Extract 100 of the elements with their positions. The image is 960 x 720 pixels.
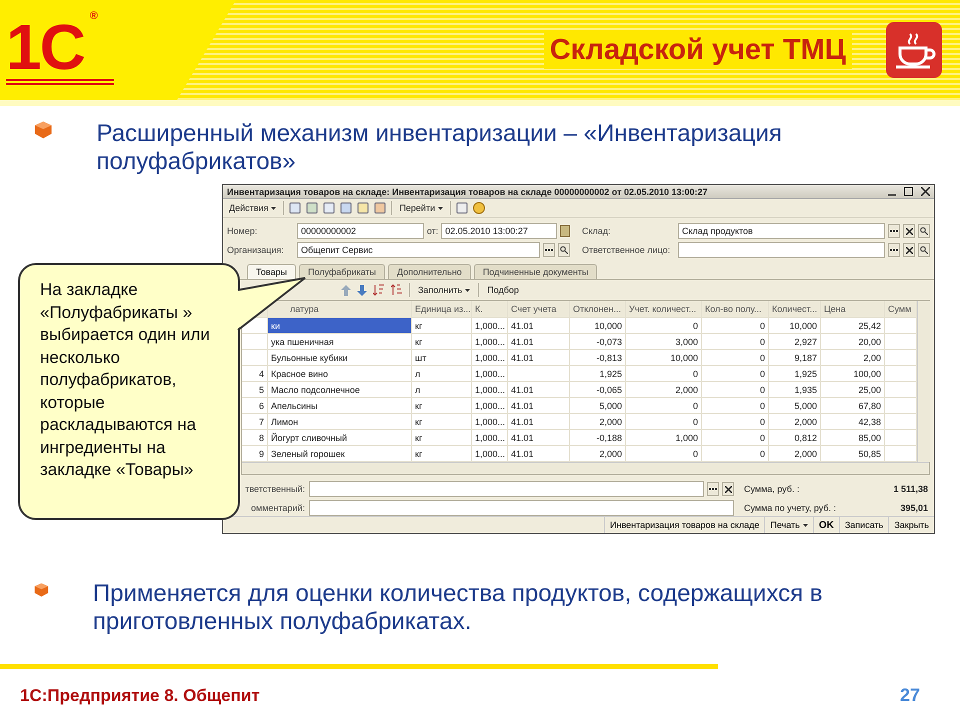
table-cell: -0,073 — [570, 334, 626, 349]
field-label: Организация: — [227, 245, 285, 255]
table-cell: 2,000 — [769, 446, 821, 461]
table-cell: 1,925 — [570, 366, 626, 381]
table-cell: 0 — [702, 446, 769, 461]
row-number: 9 — [242, 446, 268, 461]
tab[interactable]: Подчиненные документы — [474, 264, 598, 279]
page-number: 27 — [900, 685, 920, 706]
row-number: 4 — [242, 366, 268, 381]
table-cell: 10,000 — [570, 318, 626, 333]
table-cell: 1,000... — [472, 318, 508, 333]
table-cell: кг — [412, 446, 472, 461]
document-link[interactable]: Инвентаризация товаров на складе — [604, 517, 764, 533]
organization-field[interactable]: Общепит Сервис — [297, 242, 540, 258]
ok-button[interactable]: OK — [812, 517, 839, 533]
window-title: Инвентаризация товаров на складе: Инвентаризация товаров на складе 00000000002 от 02.05.2010 13:00:27 — [227, 186, 708, 197]
column-header[interactable]: Цена — [821, 301, 885, 317]
table-cell: 0 — [702, 430, 769, 445]
table-cell: 41.01 — [508, 334, 570, 349]
table-cell: 0,812 — [769, 430, 821, 445]
warehouse-field[interactable]: Склад продуктов — [678, 223, 885, 239]
bullet-text: Применяется для оценки количества продуктов, содержащихся в приготовленных полуфабрикатах. — [92, 580, 824, 636]
field-label: от: — [426, 226, 438, 236]
table-cell: 67,80 — [821, 398, 885, 413]
table-cell: 41.01 — [508, 430, 570, 445]
total-value: 1 511,38 — [893, 484, 928, 494]
column-header[interactable]: Счет учета — [508, 301, 570, 317]
number-field[interactable]: 00000000002 — [297, 223, 424, 239]
column-header[interactable]: Учет. количест... — [626, 301, 702, 317]
row-number: 5 — [242, 382, 268, 397]
table-cell: 2,927 — [769, 334, 821, 349]
table-cell: 1,000... — [472, 382, 508, 397]
table-cell: 41.01 — [508, 398, 570, 413]
field-label: омментарий: — [250, 503, 305, 513]
table-cell: 1,925 — [769, 366, 821, 381]
field-label: Номер: — [227, 226, 258, 236]
tab[interactable]: Полуфабрикаты — [298, 264, 386, 279]
table-cell: 0 — [626, 318, 702, 333]
table-cell: 1,000 — [626, 430, 702, 445]
table-cell: ука пшеничная — [268, 334, 412, 349]
column-header[interactable]: латура — [268, 301, 412, 317]
table-cell: ки — [268, 318, 412, 333]
table-cell: 2,00 — [821, 350, 885, 365]
column-header[interactable]: Сумм — [885, 301, 917, 317]
table-cell: -0,813 — [570, 350, 626, 365]
column-header[interactable]: Единица из... — [412, 301, 472, 317]
table-cell: кг — [412, 318, 472, 333]
column-header[interactable]: Количест... — [769, 301, 821, 317]
tab[interactable]: Товары — [247, 264, 296, 279]
table-cell: Лимон — [268, 414, 412, 429]
column-header[interactable]: Отклонен... — [570, 301, 626, 317]
field-label: тветственный: — [244, 484, 305, 494]
total-label: Сумма по учету, руб. : — [744, 503, 836, 513]
table-cell: 0 — [702, 398, 769, 413]
field-label: Склад: — [581, 226, 612, 236]
form-button[interactable]: Закрыть — [888, 517, 934, 533]
table-cell: кг — [412, 398, 472, 413]
table-cell: 2,000 — [570, 414, 626, 429]
row-number: 7 — [242, 414, 268, 429]
table-cell: 0 — [702, 382, 769, 397]
column-header[interactable]: Кол-во полу... — [702, 301, 769, 317]
column-header[interactable]: К. — [472, 301, 508, 317]
table-cell: 1,000... — [472, 350, 508, 365]
fill-menu[interactable]: Заполнить — [416, 284, 472, 296]
table-cell: 0 — [702, 350, 769, 365]
table-cell: 1,000... — [472, 446, 508, 461]
table-cell: 2,000 — [570, 446, 626, 461]
pick-button[interactable]: Подбор — [485, 284, 521, 296]
table-cell: 25,00 — [821, 382, 885, 397]
table-cell: кг — [412, 430, 472, 445]
table-cell: 0 — [702, 334, 769, 349]
table-cell: л — [412, 366, 472, 381]
table-cell: Йогурт сливочный — [268, 430, 412, 445]
table-cell: 0 — [626, 366, 702, 381]
table-cell: 41.01 — [508, 414, 570, 429]
table-cell: Зеленый горошек — [268, 446, 412, 461]
table-cell: 1,000... — [472, 430, 508, 445]
table-cell: -0,188 — [570, 430, 626, 445]
table-cell: 41.01 — [508, 382, 570, 397]
date-field[interactable]: 02.05.2010 13:00:27 — [441, 223, 557, 239]
table-cell: л — [412, 382, 472, 397]
table-cell: 1,000... — [472, 414, 508, 429]
table-cell: шт — [412, 350, 472, 365]
table-cell: 41.01 — [508, 446, 570, 461]
total-label: Сумма, руб. : — [744, 484, 800, 494]
print-menu[interactable]: Печать — [764, 517, 813, 533]
table-cell: 0 — [626, 414, 702, 429]
tab[interactable]: Дополнительно — [388, 264, 471, 279]
table-cell: 9,187 — [769, 350, 821, 365]
actions-menu[interactable]: Действия — [227, 202, 278, 214]
table-cell: -0,065 — [570, 382, 626, 397]
table-cell: 3,000 — [626, 334, 702, 349]
table-cell: кг — [412, 334, 472, 349]
goto-menu[interactable]: Перейти — [397, 202, 446, 214]
table-cell: 50,85 — [821, 446, 885, 461]
form-button[interactable]: Записать — [838, 517, 888, 533]
table-cell: кг — [412, 414, 472, 429]
total-value: 395,01 — [900, 503, 928, 513]
table-cell: 0 — [702, 366, 769, 381]
field-label: Ответственное лицо: — [581, 245, 672, 255]
